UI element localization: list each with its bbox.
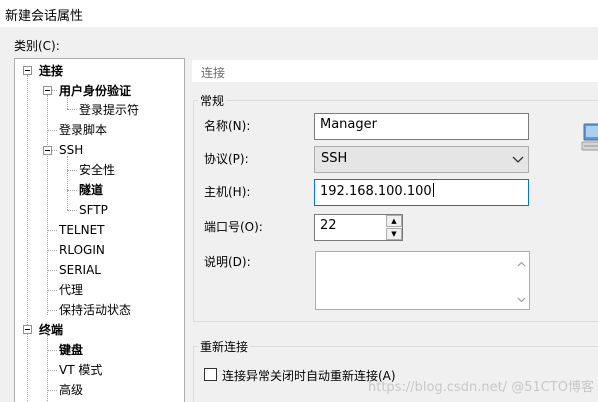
reconnect-checkbox[interactable] — [204, 368, 217, 381]
tree-connector — [47, 95, 48, 315]
tree-item-vt-mode[interactable]: VT 模式 — [59, 362, 102, 378]
tree-item-auth[interactable]: 用户身份验证 — [59, 83, 131, 99]
host-label: 主机(H): — [204, 185, 251, 199]
host-input[interactable]: 192.168.100.100 — [314, 179, 529, 206]
tree-item-proxy[interactable]: 代理 — [59, 282, 83, 298]
tree-item-keepalive[interactable]: 保持活动状态 — [59, 302, 131, 318]
collapse-icon[interactable] — [43, 86, 52, 95]
tree-item-keyboard[interactable]: 键盘 — [59, 342, 83, 358]
tree-connector — [47, 350, 57, 351]
tree-item-tunnel[interactable]: 隧道 — [79, 182, 103, 198]
tree-connector — [67, 170, 77, 171]
computer-icon — [581, 123, 598, 151]
panel-header: 连接 — [192, 60, 598, 82]
tree-item-telnet[interactable]: TELNET — [59, 222, 105, 238]
tree-connector — [67, 156, 68, 210]
tree-connector — [67, 190, 77, 191]
tree-item-ssh[interactable]: SSH — [59, 142, 83, 158]
tree-item-terminal[interactable]: 终端 — [39, 322, 63, 338]
host-value: 192.168.100.100 — [320, 184, 432, 199]
tree-connector — [47, 370, 57, 371]
description-textarea[interactable] — [315, 251, 530, 310]
tree-item-security[interactable]: 安全性 — [79, 162, 115, 178]
tree-connector — [67, 109, 77, 110]
tree-item-login-script[interactable]: 登录脚本 — [59, 122, 107, 138]
tree-item-connection[interactable]: 连接 — [39, 63, 63, 79]
tree-item-advanced[interactable]: 高级 — [59, 382, 83, 398]
watermark: https://blog.csdn.net/ @51CTO博客 — [368, 380, 594, 395]
port-increment-button[interactable]: ▲ — [386, 215, 402, 227]
tree-item-rlogin[interactable]: RLOGIN — [59, 242, 105, 258]
text-caret — [432, 183, 434, 197]
name-input[interactable]: Manager — [314, 113, 529, 140]
port-decrement-button[interactable]: ▼ — [386, 228, 402, 240]
description-label: 说明(D): — [204, 255, 251, 269]
name-value: Manager — [320, 117, 377, 132]
reconnect-group-title: 重新连接 — [198, 338, 251, 355]
protocol-label: 协议(P): — [204, 152, 249, 166]
tree-item-login-prompts[interactable]: 登录提示符 — [79, 102, 139, 118]
collapse-icon[interactable] — [23, 325, 32, 334]
port-value: 22 — [320, 218, 337, 233]
port-label: 端口号(O): — [204, 220, 263, 234]
tree-connector — [47, 290, 57, 291]
tree-connector — [47, 335, 48, 401]
general-group-title: 常规 — [198, 92, 227, 109]
tree-connector — [47, 310, 57, 311]
collapse-icon[interactable] — [23, 66, 32, 75]
tree-connector — [47, 130, 57, 131]
panel-header-title: 连接 — [201, 66, 226, 80]
category-label: 类别(C): — [14, 39, 60, 53]
scroll-down-icon[interactable] — [517, 297, 526, 303]
collapse-icon[interactable] — [43, 146, 52, 155]
name-label: 名称(N): — [204, 119, 251, 133]
tree-item-serial[interactable]: SERIAL — [59, 262, 101, 278]
protocol-select[interactable]: SSH — [314, 146, 529, 173]
window-title: 新建会话属性 — [5, 9, 84, 24]
tree-connector — [67, 210, 77, 211]
title-bar: 新建会话属性 — [0, 0, 598, 27]
tree-connector — [47, 230, 57, 231]
tree-connector — [47, 390, 57, 391]
scroll-up-icon[interactable] — [517, 261, 526, 267]
tree-item-sftp[interactable]: SFTP — [79, 202, 108, 218]
chevron-down-icon — [512, 156, 524, 163]
category-tree[interactable]: 连接 用户身份验证 登录提示符 登录脚本 SSH 安全性 隧道 SFTP TEL… — [14, 58, 185, 402]
tree-connector — [47, 250, 57, 251]
tree-connector — [47, 270, 57, 271]
protocol-value: SSH — [321, 151, 348, 166]
tree-connector — [27, 75, 28, 401]
